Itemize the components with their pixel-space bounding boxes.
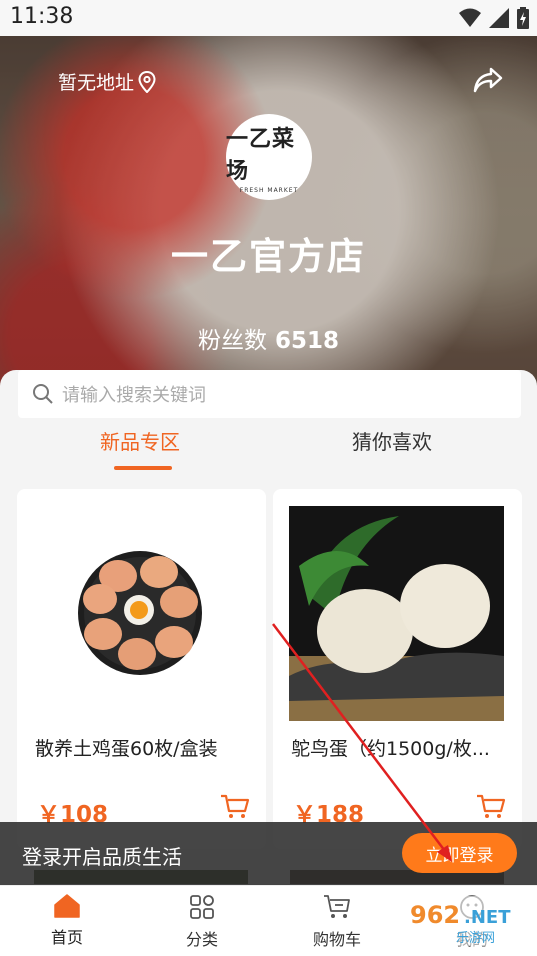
home-icon (54, 894, 80, 918)
tab-cart[interactable]: 购物车 (297, 894, 377, 950)
svg-text:962: 962 (410, 901, 460, 929)
wifi-icon (459, 8, 481, 27)
signal-icon (489, 8, 509, 28)
battery-icon (517, 7, 529, 29)
tab-home-label: 首页 (50, 928, 83, 947)
status-time: 11:38 (10, 4, 74, 29)
status-icons (459, 7, 529, 29)
category-icon (190, 895, 214, 919)
tab-category-label: 分类 (185, 930, 218, 949)
cart-icon (324, 895, 350, 918)
status-bar: 11:38 (0, 0, 537, 36)
tab-cart-label: 购物车 (312, 930, 361, 949)
svg-text:乐游网: 乐游网 (456, 931, 495, 946)
tab-home[interactable]: 首页 (27, 894, 107, 948)
tab-category[interactable]: 分类 (162, 894, 242, 950)
annotation-arrow (272, 623, 452, 862)
svg-text:.NET: .NET (464, 907, 511, 928)
watermark-logo: 962 .NET 乐游网 (404, 896, 532, 946)
